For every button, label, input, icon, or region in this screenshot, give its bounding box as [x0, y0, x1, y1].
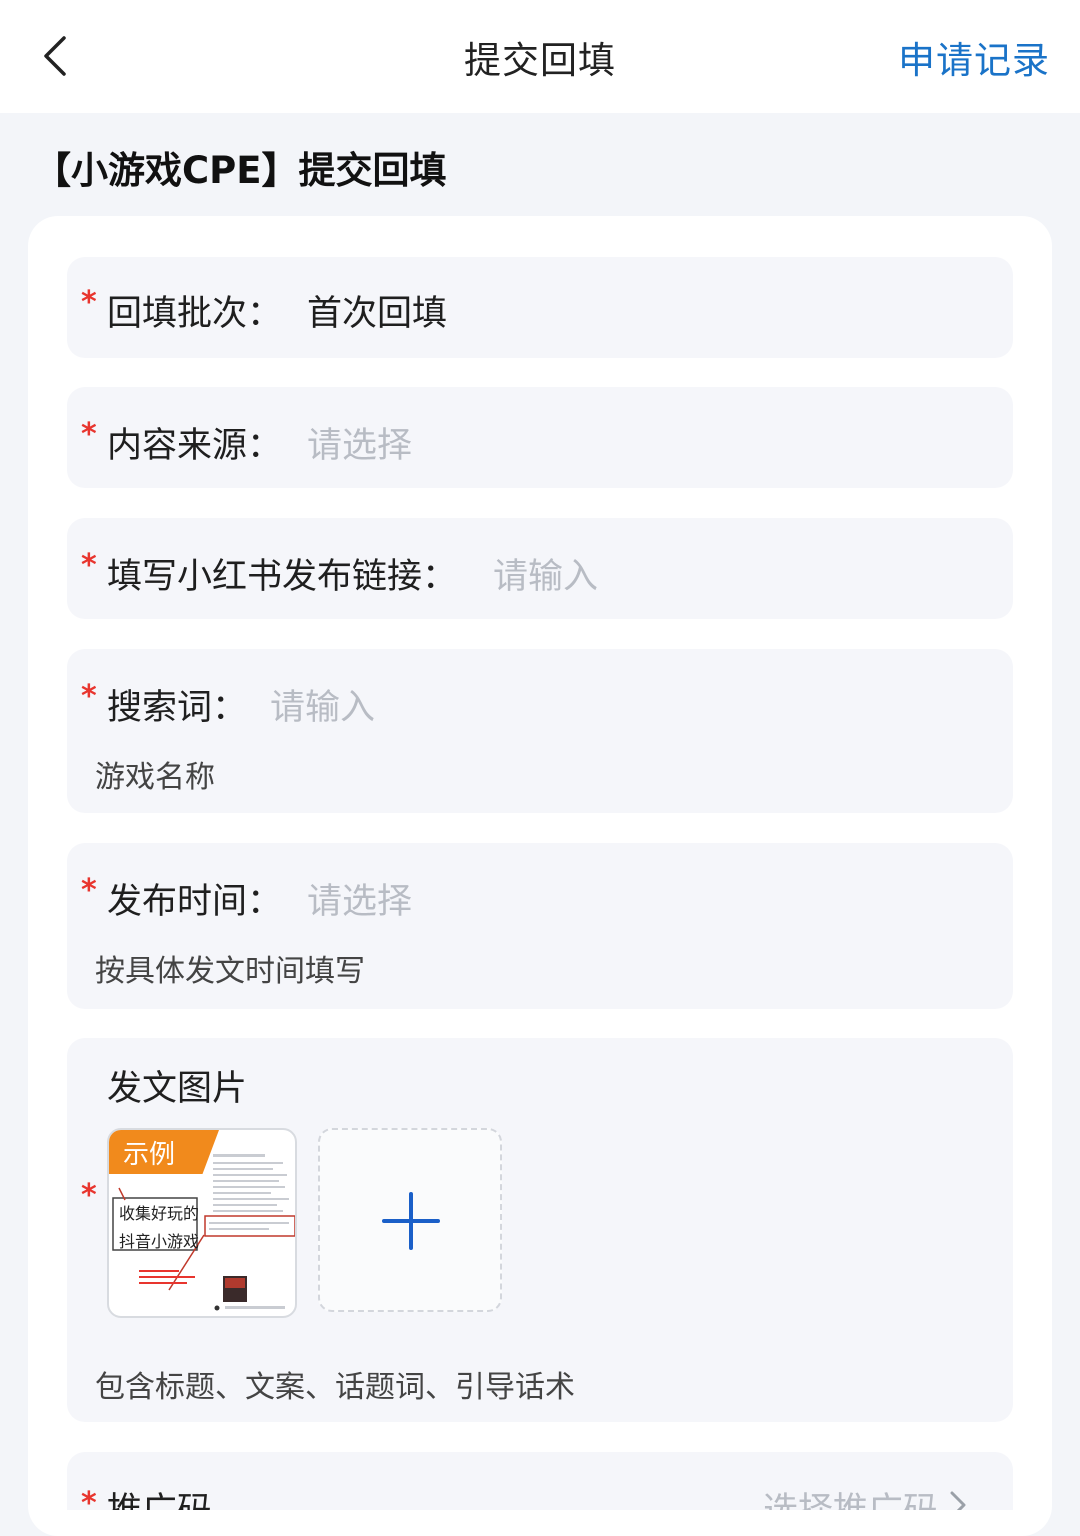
- required-marker: *: [81, 1486, 97, 1510]
- batch-field: * 回填批次： 首次回填: [67, 257, 1013, 358]
- required-marker: *: [81, 548, 97, 583]
- keyword-field: * 搜索词： 请输入 游戏名称: [67, 649, 1013, 813]
- source-select[interactable]: 请选择: [307, 417, 412, 468]
- required-marker: *: [81, 679, 97, 714]
- promo-code-select[interactable]: 选择推广码: [763, 1482, 938, 1510]
- chevron-right-icon: [950, 1491, 966, 1510]
- publish-time-select[interactable]: 请选择: [307, 873, 412, 924]
- publish-time-field: * 发布时间： 请选择 按具体发文时间填写: [67, 843, 1013, 1009]
- example-screenshot-graphic: [112, 1154, 295, 1311]
- required-marker: *: [81, 873, 97, 908]
- example-handwriting: 收集好玩的: [119, 1204, 200, 1223]
- keyword-input[interactable]: 请输入: [270, 679, 375, 730]
- batch-label: 回填批次：: [107, 294, 283, 334]
- upload-image-button[interactable]: [318, 1128, 502, 1312]
- keyword-label: 搜索词：: [107, 688, 248, 728]
- images-label: 发文图片: [107, 1069, 248, 1109]
- publish-time-hint: 按具体发文时间填写: [95, 954, 365, 989]
- plus-icon: [382, 1192, 440, 1250]
- nav-bar: 提交回填 申请记录: [0, 0, 1080, 113]
- promo-code-field[interactable]: * 推广码 选择推广码: [67, 1452, 1013, 1510]
- images-field: 发文图片 * 示例 收集好玩的 抖音小游戏 包含标题、文案、话题词、引导话术: [67, 1038, 1013, 1422]
- example-handwriting: 抖音小游戏: [119, 1232, 200, 1251]
- link-label: 填写小红书发布链接：: [107, 557, 458, 597]
- link-field: * 填写小红书发布链接： 请输入: [67, 518, 1013, 619]
- promo-code-label: 推广码: [107, 1482, 212, 1510]
- batch-value: 首次回填: [307, 294, 448, 334]
- example-image[interactable]: 示例 收集好玩的 抖音小游戏: [107, 1128, 297, 1318]
- publish-time-label: 发布时间：: [107, 882, 283, 922]
- application-records-link[interactable]: 申请记录: [898, 30, 1050, 84]
- form-heading: 【小游戏CPE】提交回填: [34, 149, 447, 192]
- link-input[interactable]: 请输入: [493, 548, 598, 599]
- source-label: 内容来源：: [107, 426, 283, 466]
- required-marker: *: [81, 417, 97, 452]
- keyword-hint: 游戏名称: [95, 760, 215, 795]
- source-field[interactable]: * 内容来源： 请选择: [67, 387, 1013, 488]
- required-marker: *: [81, 1178, 97, 1213]
- images-hint: 包含标题、文案、话题词、引导话术: [95, 1370, 575, 1405]
- required-marker: *: [81, 285, 97, 320]
